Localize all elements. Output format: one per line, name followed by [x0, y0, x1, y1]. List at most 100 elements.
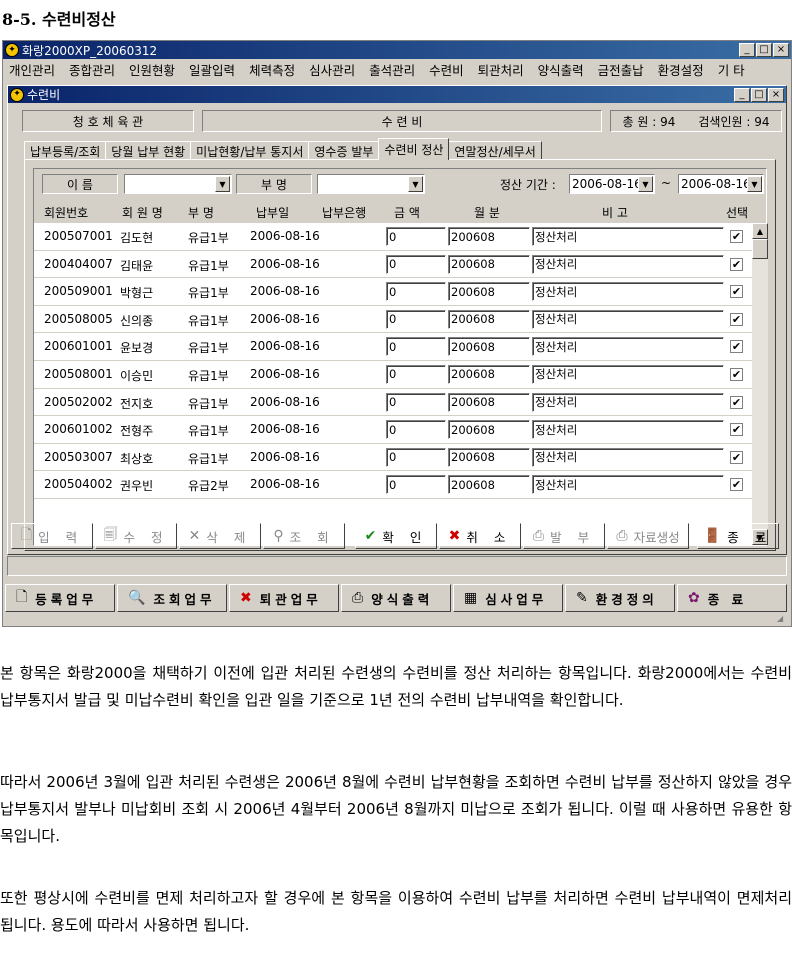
amount-input[interactable] — [386, 309, 446, 329]
note-input[interactable] — [532, 364, 724, 384]
register-work-button[interactable]: 🗋 등록업무 — [5, 584, 115, 612]
exit-app-button[interactable]: ✿ 종 료 — [677, 584, 787, 612]
tab-fee-settlement[interactable]: 수련비 정산 — [378, 138, 450, 160]
month-input[interactable] — [448, 392, 530, 412]
tab-receipt[interactable]: 영수증 발부 — [308, 141, 380, 160]
note-input[interactable] — [532, 227, 724, 246]
note-input[interactable] — [532, 309, 724, 329]
name-filter-combo[interactable]: ▼ — [124, 174, 232, 194]
menu-item-etc[interactable]: 기 타 — [718, 60, 745, 79]
table-row[interactable]: 200507001 김도현 유급1부 2006-08-16 ✔ — [34, 223, 752, 251]
edit-button[interactable]: 🗐 수 정 — [95, 523, 177, 549]
chevron-down-icon[interactable]: ▼ — [747, 176, 762, 192]
menu-item-exam[interactable]: 심사관리 — [309, 60, 355, 79]
note-input[interactable] — [532, 337, 724, 357]
menu-item-cash[interactable]: 금전출납 — [598, 60, 644, 79]
menu-item-retire[interactable]: 퇴관처리 — [478, 60, 524, 79]
select-checkbox[interactable]: ✔ — [730, 257, 743, 271]
scroll-thumb[interactable] — [752, 239, 768, 259]
amount-input[interactable] — [386, 364, 446, 384]
delete-button[interactable]: ✕ 삭 제 — [179, 523, 261, 549]
month-input[interactable] — [448, 282, 530, 302]
month-input[interactable] — [448, 309, 530, 329]
child-close-icon[interactable]: × — [768, 87, 784, 102]
menu-item-personal[interactable]: 개인관리 — [9, 60, 55, 79]
select-checkbox[interactable]: ✔ — [730, 340, 743, 354]
table-row[interactable]: 200508005 신의종 유급1부 2006-08-16 ✔ — [34, 306, 752, 334]
table-row[interactable]: 200504002 권우빈 유급2부 2006-08-16 ✔ — [34, 471, 752, 499]
table-row[interactable]: 200509001 박형근 유급1부 2006-08-16 ✔ — [34, 278, 752, 306]
note-input[interactable] — [532, 392, 724, 412]
confirm-button[interactable]: ✔ 확 인 — [355, 523, 437, 549]
month-input[interactable] — [448, 227, 530, 246]
scroll-up-icon[interactable]: ▲ — [752, 223, 768, 239]
child-minimize-icon[interactable]: _ — [734, 87, 750, 102]
note-input[interactable] — [532, 447, 724, 467]
settings-button[interactable]: ✎ 환경정의 — [565, 584, 675, 612]
input-button[interactable]: 🗋 입 력 — [11, 523, 93, 549]
amount-input[interactable] — [386, 420, 446, 440]
select-checkbox[interactable]: ✔ — [730, 395, 743, 409]
table-row[interactable]: 200601001 윤보경 유급1부 2006-08-16 ✔ — [34, 333, 752, 361]
select-checkbox[interactable]: ✔ — [730, 285, 743, 299]
select-checkbox[interactable]: ✔ — [730, 312, 743, 326]
date-from-combo[interactable]: 2006-08-16 ▼ — [569, 174, 655, 194]
table-row[interactable]: 200601002 전형주 유급1부 2006-08-16 ✔ — [34, 416, 752, 444]
select-checkbox[interactable]: ✔ — [730, 423, 743, 437]
amount-input[interactable] — [386, 282, 446, 302]
select-checkbox[interactable]: ✔ — [730, 478, 743, 492]
month-input[interactable] — [448, 475, 530, 495]
note-input[interactable] — [532, 475, 724, 495]
minimize-icon[interactable]: _ — [739, 43, 755, 57]
menu-item-fees[interactable]: 수련비 — [429, 60, 464, 79]
child-titlebar[interactable]: ✦ 수련비 _ □ × — [8, 86, 786, 103]
menu-item-settings[interactable]: 환경설정 — [658, 60, 704, 79]
chevron-down-icon[interactable]: ▼ — [638, 176, 653, 192]
close-icon[interactable]: × — [773, 43, 789, 57]
lookup-work-button[interactable]: 🔍 조회업무 — [117, 584, 227, 612]
note-input[interactable] — [532, 254, 724, 274]
query-button[interactable]: ⚲ 조 회 — [263, 523, 345, 549]
table-scrollbar[interactable]: ▲ ▼ — [752, 223, 768, 545]
amount-input[interactable] — [386, 447, 446, 467]
amount-input[interactable] — [386, 227, 446, 246]
note-input[interactable] — [532, 420, 724, 440]
print-forms-button[interactable]: ⎙ 양식출력 — [341, 584, 451, 612]
tab-unpaid-notice[interactable]: 미납현황/납부 통지서 — [190, 141, 310, 160]
dept-filter-combo[interactable]: ▼ — [317, 174, 425, 194]
menu-item-fitness[interactable]: 체력측정 — [249, 60, 295, 79]
exam-work-button[interactable]: ▦ 심사업무 — [453, 584, 563, 612]
note-input[interactable] — [532, 282, 724, 302]
amount-input[interactable] — [386, 337, 446, 357]
date-to-combo[interactable]: 2006-08-16 ▼ — [678, 174, 764, 194]
resize-grip-icon[interactable]: ◢ — [777, 614, 789, 624]
select-checkbox[interactable]: ✔ — [730, 450, 743, 464]
table-row[interactable]: 200502002 전지호 유급1부 2006-08-16 ✔ — [34, 389, 752, 417]
menu-item-roster[interactable]: 인원현황 — [129, 60, 175, 79]
table-row[interactable]: 200503007 최상호 유급1부 2006-08-16 ✔ — [34, 444, 752, 472]
tab-monthly-status[interactable]: 당월 납부 현황 — [105, 141, 192, 160]
amount-input[interactable] — [386, 392, 446, 412]
tab-yearend-tax[interactable]: 연말정산/세무서 — [448, 141, 542, 160]
menu-item-attendance[interactable]: 출석관리 — [369, 60, 415, 79]
table-row[interactable]: 200404007 김태윤 유급1부 2006-08-16 ✔ — [34, 251, 752, 279]
app-titlebar[interactable]: ✦ 화랑2000XP_20060312 _ □ × — [3, 41, 791, 59]
menu-item-general[interactable]: 종합관리 — [69, 60, 115, 79]
issue-button[interactable]: ⎙ 발 부 — [523, 523, 605, 549]
maximize-icon[interactable]: □ — [756, 43, 772, 57]
chevron-down-icon[interactable]: ▼ — [408, 176, 423, 192]
month-input[interactable] — [448, 364, 530, 384]
menu-item-forms[interactable]: 양식출력 — [538, 60, 584, 79]
amount-input[interactable] — [386, 254, 446, 274]
menu-item-batch[interactable]: 일괄입력 — [189, 60, 235, 79]
export-button[interactable]: ⎙ 자료생성 — [607, 523, 689, 549]
child-maximize-icon[interactable]: □ — [751, 87, 767, 102]
month-input[interactable] — [448, 254, 530, 274]
chevron-down-icon[interactable]: ▼ — [215, 176, 230, 192]
month-input[interactable] — [448, 420, 530, 440]
cancel-button[interactable]: ✖ 취 소 — [439, 523, 521, 549]
select-checkbox[interactable]: ✔ — [730, 367, 743, 381]
exit-button[interactable]: 🚪 종 료 — [697, 523, 779, 549]
month-input[interactable] — [448, 337, 530, 357]
select-checkbox[interactable]: ✔ — [730, 230, 743, 243]
